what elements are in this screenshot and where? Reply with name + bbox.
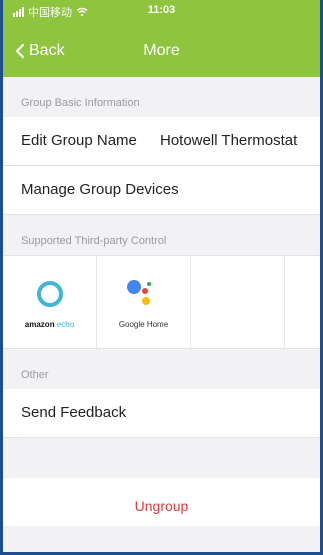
- section-header-third-party: Supported Third-party Control: [21, 235, 167, 247]
- google-home-tile[interactable]: Google Home: [97, 256, 191, 348]
- manage-group-devices-label: Manage Group Devices: [21, 181, 179, 198]
- app-frame: 中国移动 11:03 Back More Group Basic Informa…: [0, 0, 323, 555]
- amazon-echo-tile[interactable]: amazon echo: [3, 256, 97, 348]
- edit-group-name-label: Edit Group Name: [21, 132, 137, 149]
- amazon-echo-label: amazon echo: [24, 320, 75, 329]
- edit-group-name-row[interactable]: Edit Group Name Hotowell Thermostat: [3, 117, 320, 166]
- navigation-bar: Back More: [3, 22, 320, 77]
- empty-tile: [191, 256, 285, 348]
- ungroup-button[interactable]: Ungroup: [3, 478, 320, 526]
- send-feedback-row[interactable]: Send Feedback: [3, 389, 320, 438]
- send-feedback-label: Send Feedback: [21, 404, 127, 421]
- group-name-value: Hotowell Thermostat: [160, 132, 298, 149]
- section-header-other: Other: [21, 369, 49, 381]
- ungroup-label: Ungroup: [134, 498, 189, 514]
- third-party-tiles: amazon echo Google Home: [3, 255, 320, 349]
- google-assistant-icon: [127, 280, 151, 305]
- status-time: 11:03: [147, 4, 176, 16]
- google-home-label: Google Home: [118, 320, 169, 329]
- status-bar: 中国移动 11:03: [3, 0, 320, 22]
- amazon-echo-icon: [37, 281, 63, 307]
- top-bar: 中国移动 11:03 Back More: [3, 0, 320, 77]
- page-title: More: [143, 42, 180, 59]
- section-header-basic: Group Basic Information: [21, 97, 140, 109]
- manage-group-devices-row[interactable]: Manage Group Devices: [3, 166, 320, 215]
